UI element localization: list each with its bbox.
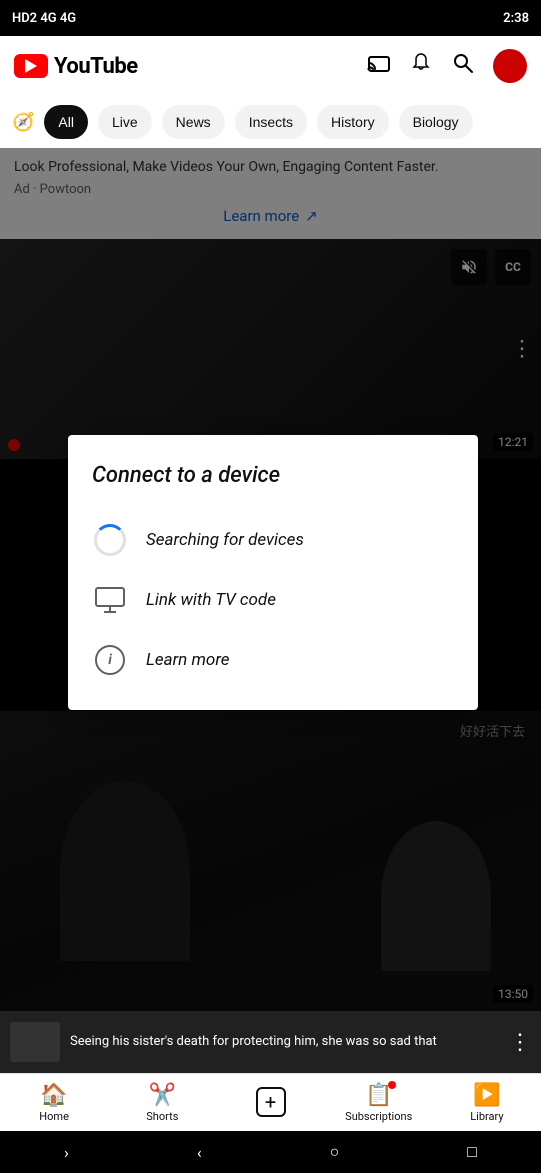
chip-all[interactable]: All — [44, 105, 88, 139]
user-avatar[interactable] — [493, 49, 527, 83]
status-network: HD2 4G 4G — [12, 11, 76, 26]
tv-icon — [92, 582, 128, 618]
add-icon: + — [256, 1087, 286, 1117]
nav-home-label: Home — [39, 1110, 69, 1123]
shorts-icon: ✂️ — [149, 1083, 176, 1108]
modal-learn-more-item[interactable]: i Learn more — [92, 630, 454, 690]
modal-learn-more-label: Learn more — [146, 650, 230, 670]
youtube-logo-text: YouTube — [54, 54, 138, 79]
chip-insects[interactable]: Insects — [235, 105, 307, 139]
status-left: HD2 4G 4G — [12, 11, 76, 26]
chip-biology[interactable]: Biology — [399, 105, 473, 139]
nav-subscriptions[interactable]: 📋 Subscriptions — [325, 1083, 433, 1123]
status-right: 2:38 — [503, 11, 529, 26]
nav-library-label: Library — [470, 1110, 503, 1123]
spinner-icon — [92, 522, 128, 558]
search-devices-label: Searching for devices — [146, 530, 304, 550]
modal-title: Connect to a device — [92, 463, 454, 488]
info-icon: i — [92, 642, 128, 678]
library-icon: ▶️ — [473, 1083, 500, 1108]
header-actions — [367, 49, 527, 83]
mini-player[interactable]: Seeing his sister's death for protecting… — [0, 1011, 541, 1073]
connect-device-modal: Connect to a device Searching for device… — [68, 435, 478, 710]
nav-home[interactable]: 🏠 Home — [0, 1083, 108, 1123]
mini-player-title: Seeing his sister's death for protecting… — [70, 1034, 499, 1051]
tv-code-label: Link with TV code — [146, 590, 276, 610]
android-back-button[interactable]: ‹ — [197, 1143, 202, 1162]
tv-code-item[interactable]: Link with TV code — [92, 570, 454, 630]
status-bar: HD2 4G 4G 2:38 — [0, 0, 541, 36]
youtube-header: YouTube — [0, 36, 541, 96]
search-icon[interactable] — [451, 51, 475, 81]
home-icon: 🏠 — [40, 1083, 67, 1108]
chip-live[interactable]: Live — [98, 105, 152, 139]
mini-player-more-button[interactable]: ⋮ — [509, 1030, 531, 1055]
youtube-logo-icon — [14, 54, 48, 78]
nav-library[interactable]: ▶️ Library — [433, 1083, 541, 1123]
chip-news[interactable]: News — [162, 105, 225, 139]
nav-create[interactable]: + — [216, 1087, 324, 1119]
chip-history[interactable]: History — [317, 105, 389, 139]
android-nav: › ‹ ○ □ — [0, 1131, 541, 1173]
youtube-logo[interactable]: YouTube — [14, 54, 138, 79]
search-devices-item[interactable]: Searching for devices — [92, 510, 454, 570]
category-bar: 🧭 All Live News Insects History Biology — [0, 96, 541, 148]
subscriptions-icon-wrapper: 📋 — [365, 1083, 392, 1108]
nav-shorts[interactable]: ✂️ Shorts — [108, 1083, 216, 1123]
notifications-icon[interactable] — [409, 51, 433, 81]
android-chevron-down[interactable]: › — [64, 1143, 69, 1162]
explore-icon[interactable]: 🧭 — [12, 112, 34, 133]
bottom-nav: 🏠 Home ✂️ Shorts + 📋 Subscriptions ▶️ Li… — [0, 1073, 541, 1131]
cast-icon[interactable] — [367, 51, 391, 81]
nav-subscriptions-label: Subscriptions — [345, 1110, 412, 1123]
subscription-badge — [388, 1081, 396, 1089]
status-time: 2:38 — [503, 11, 529, 26]
android-recents-button[interactable]: □ — [467, 1142, 477, 1162]
mini-player-thumbnail — [10, 1022, 60, 1062]
nav-shorts-label: Shorts — [146, 1110, 178, 1123]
android-home-button[interactable]: ○ — [330, 1142, 340, 1162]
